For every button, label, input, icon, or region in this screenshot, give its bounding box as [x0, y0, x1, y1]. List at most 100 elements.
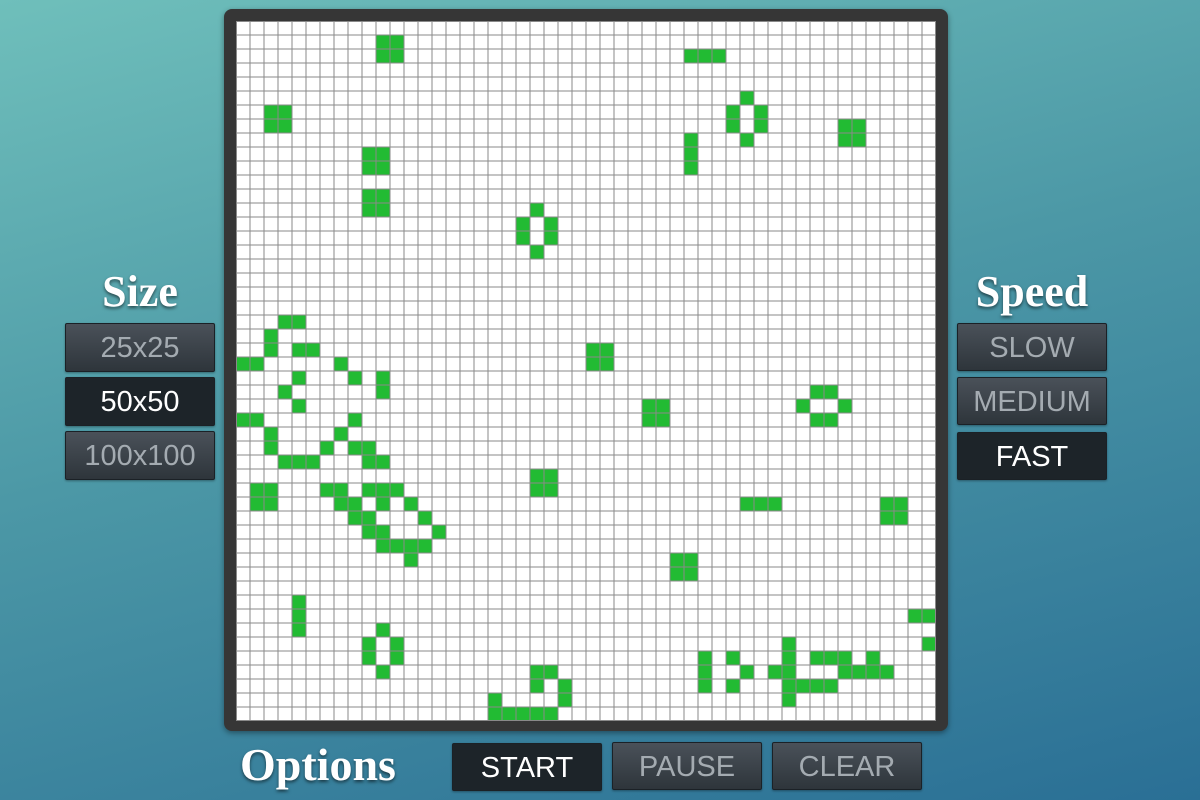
live-cell[interactable]: [838, 399, 852, 413]
live-cell[interactable]: [796, 399, 810, 413]
size-25x25-button[interactable]: 25x25: [65, 323, 215, 372]
live-cell[interactable]: [880, 511, 894, 525]
live-cell[interactable]: [292, 399, 306, 413]
live-cell[interactable]: [236, 357, 250, 371]
live-cell[interactable]: [684, 553, 698, 567]
live-cell[interactable]: [292, 623, 306, 637]
live-cell[interactable]: [670, 567, 684, 581]
live-cell[interactable]: [754, 119, 768, 133]
live-cell[interactable]: [586, 357, 600, 371]
live-cell[interactable]: [264, 483, 278, 497]
live-cell[interactable]: [810, 679, 824, 693]
live-cell[interactable]: [782, 679, 796, 693]
live-cell[interactable]: [362, 189, 376, 203]
live-cell[interactable]: [852, 133, 866, 147]
live-cell[interactable]: [684, 147, 698, 161]
live-cell[interactable]: [726, 679, 740, 693]
live-cell[interactable]: [334, 357, 348, 371]
live-cell[interactable]: [810, 651, 824, 665]
live-cell[interactable]: [376, 203, 390, 217]
live-cell[interactable]: [292, 609, 306, 623]
live-cell[interactable]: [558, 693, 572, 707]
game-board[interactable]: [236, 21, 936, 721]
live-cell[interactable]: [544, 707, 558, 721]
live-cell[interactable]: [362, 511, 376, 525]
live-cell[interactable]: [432, 525, 446, 539]
live-cell[interactable]: [250, 413, 264, 427]
live-cell[interactable]: [656, 399, 670, 413]
clear-button[interactable]: CLEAR: [772, 742, 922, 790]
live-cell[interactable]: [656, 413, 670, 427]
live-cell[interactable]: [376, 49, 390, 63]
live-cell[interactable]: [880, 497, 894, 511]
live-cell[interactable]: [362, 147, 376, 161]
live-cell[interactable]: [376, 161, 390, 175]
live-cell[interactable]: [292, 455, 306, 469]
live-cell[interactable]: [698, 679, 712, 693]
live-cell[interactable]: [488, 693, 502, 707]
live-cell[interactable]: [264, 105, 278, 119]
live-cell[interactable]: [782, 693, 796, 707]
live-cell[interactable]: [740, 133, 754, 147]
live-cell[interactable]: [530, 707, 544, 721]
live-cell[interactable]: [376, 539, 390, 553]
live-cell[interactable]: [292, 343, 306, 357]
live-cell[interactable]: [320, 441, 334, 455]
live-cell[interactable]: [390, 651, 404, 665]
live-cell[interactable]: [404, 539, 418, 553]
live-cell[interactable]: [684, 567, 698, 581]
live-cell[interactable]: [362, 441, 376, 455]
live-cell[interactable]: [600, 357, 614, 371]
live-cell[interactable]: [404, 553, 418, 567]
live-cell[interactable]: [726, 651, 740, 665]
live-cell[interactable]: [838, 133, 852, 147]
live-cell[interactable]: [782, 651, 796, 665]
live-cell[interactable]: [740, 91, 754, 105]
live-cell[interactable]: [264, 329, 278, 343]
live-cell[interactable]: [600, 343, 614, 357]
live-cell[interactable]: [726, 105, 740, 119]
live-cell[interactable]: [838, 119, 852, 133]
live-cell[interactable]: [880, 665, 894, 679]
live-cell[interactable]: [866, 651, 880, 665]
live-cell[interactable]: [376, 35, 390, 49]
live-cell[interactable]: [348, 441, 362, 455]
live-cell[interactable]: [740, 497, 754, 511]
live-cell[interactable]: [530, 483, 544, 497]
live-cell[interactable]: [530, 245, 544, 259]
live-cell[interactable]: [558, 679, 572, 693]
live-cell[interactable]: [544, 469, 558, 483]
speed-fast-button[interactable]: FAST: [957, 432, 1107, 480]
live-cell[interactable]: [348, 497, 362, 511]
live-cell[interactable]: [320, 483, 334, 497]
live-cell[interactable]: [824, 385, 838, 399]
live-cell[interactable]: [726, 119, 740, 133]
live-cell[interactable]: [376, 147, 390, 161]
live-cell[interactable]: [866, 665, 880, 679]
live-cell[interactable]: [334, 483, 348, 497]
live-cell[interactable]: [544, 217, 558, 231]
live-cell[interactable]: [250, 483, 264, 497]
live-cell[interactable]: [838, 651, 852, 665]
live-cell[interactable]: [390, 637, 404, 651]
live-cell[interactable]: [684, 49, 698, 63]
live-cell[interactable]: [740, 665, 754, 679]
live-cell[interactable]: [278, 385, 292, 399]
live-cell[interactable]: [810, 385, 824, 399]
live-cell[interactable]: [516, 707, 530, 721]
live-cell[interactable]: [278, 119, 292, 133]
live-cell[interactable]: [642, 413, 656, 427]
live-cell[interactable]: [824, 413, 838, 427]
live-cell[interactable]: [810, 413, 824, 427]
live-cell[interactable]: [348, 511, 362, 525]
live-cell[interactable]: [516, 217, 530, 231]
live-cell[interactable]: [278, 315, 292, 329]
live-cell[interactable]: [390, 35, 404, 49]
live-cell[interactable]: [250, 497, 264, 511]
live-cell[interactable]: [754, 497, 768, 511]
live-cell[interactable]: [362, 637, 376, 651]
live-cell[interactable]: [782, 665, 796, 679]
live-cell[interactable]: [768, 665, 782, 679]
live-cell[interactable]: [390, 539, 404, 553]
live-cell[interactable]: [796, 679, 810, 693]
